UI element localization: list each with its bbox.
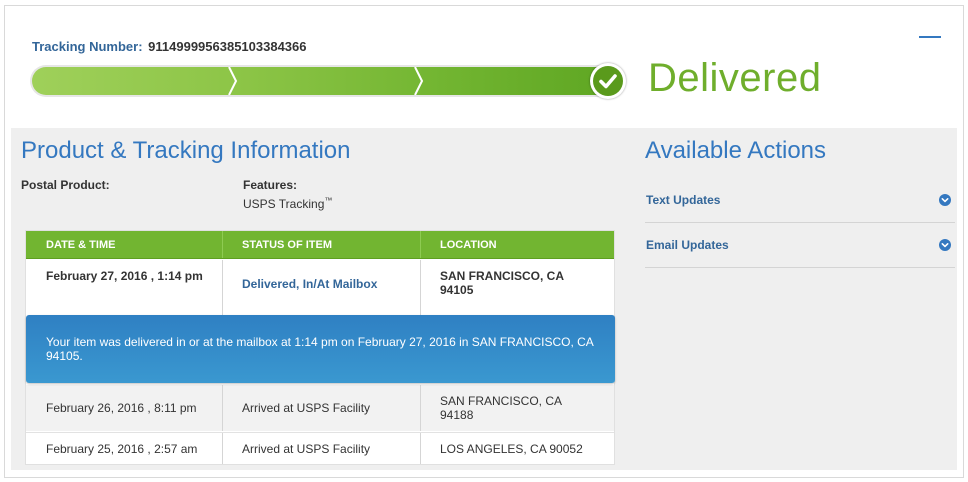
trademark-mark: ™: [324, 196, 333, 205]
row-date: February 25, 2016 , 2:57 am: [46, 442, 198, 456]
available-actions-title: Available Actions: [645, 137, 827, 164]
postal-product-label: Postal Product:: [21, 178, 110, 192]
column-divider: [420, 433, 421, 464]
text-updates-label: Text Updates: [646, 193, 721, 207]
email-updates-action[interactable]: Email Updates: [645, 223, 955, 268]
collapse-minus-icon[interactable]: [919, 36, 941, 38]
delivery-status-text: Delivered: [648, 56, 822, 100]
row-date: February 27, 2016 , 1:14 pm: [46, 269, 203, 283]
column-divider: [420, 260, 421, 315]
row-status: Arrived at USPS Facility: [242, 442, 371, 456]
delivery-progress-bar: [30, 63, 630, 99]
header-date-time: DATE & TIME: [46, 239, 116, 251]
table-header: DATE & TIME STATUS OF ITEM LOCATION: [26, 231, 614, 259]
tracking-number-row: Tracking Number: 9114999956385103384366: [32, 39, 307, 54]
text-updates-action[interactable]: Text Updates: [645, 178, 955, 223]
row-status: Arrived at USPS Facility: [242, 401, 371, 415]
features-value-text: USPS Tracking: [243, 197, 325, 211]
table-row: February 25, 2016 , 2:57 am Arrived at U…: [26, 432, 614, 464]
header-location: LOCATION: [440, 239, 497, 251]
delivery-details-callout: Your item was delivered in or at the mai…: [26, 315, 615, 383]
column-divider: [420, 385, 421, 431]
features-label: Features:: [243, 178, 298, 192]
column-divider: [222, 433, 223, 464]
progress-fill: [32, 67, 618, 95]
progress-stage-divider: [228, 67, 238, 95]
row-location: SAN FRANCISCO, CA 94105: [440, 269, 564, 297]
features-value: USPS Tracking™: [243, 196, 332, 211]
chevron-down-circle-icon[interactable]: [939, 239, 951, 251]
checkmark-icon: [593, 66, 623, 96]
delivered-check-badge: [590, 63, 626, 99]
email-updates-label: Email Updates: [646, 238, 729, 252]
progress-stage-divider: [414, 67, 424, 95]
column-divider: [222, 260, 223, 315]
row-status: Delivered, In/At Mailbox: [242, 277, 378, 291]
row-date: February 26, 2016 , 8:11 pm: [46, 401, 197, 415]
column-divider: [222, 385, 223, 431]
tracking-number-value: 9114999956385103384366: [148, 39, 307, 54]
header-status: STATUS OF ITEM: [242, 239, 333, 251]
row-location: LOS ANGELES, CA 90052: [440, 442, 583, 456]
row-location: SAN FRANCISCO, CA 94188: [440, 394, 562, 422]
progress-stage-dividers: [228, 67, 424, 95]
delivery-details-text: Your item was delivered in or at the mai…: [46, 335, 594, 363]
tracking-number-label: Tracking Number:: [32, 39, 143, 54]
table-row: February 27, 2016 , 1:14 pm Delivered, I…: [26, 260, 614, 315]
chevron-down-circle-icon[interactable]: [939, 194, 951, 206]
product-tracking-title: Product & Tracking Information: [21, 137, 351, 164]
table-row: February 26, 2016 , 8:11 pm Arrived at U…: [26, 385, 614, 431]
